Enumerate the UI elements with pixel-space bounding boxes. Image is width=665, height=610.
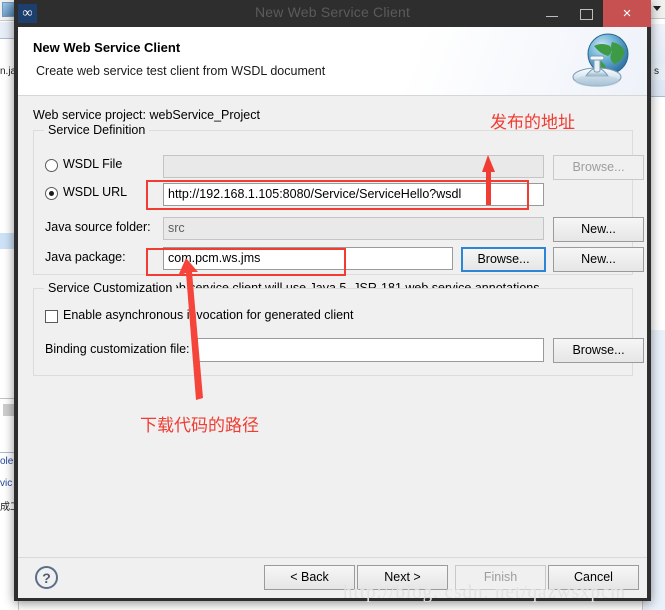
- service-customization-group-title: Service Customization: [44, 281, 177, 295]
- background-text-fragment: vic: [0, 478, 13, 489]
- service-customization-group: Service Customization Enable asynchronou…: [33, 281, 644, 376]
- binding-customization-browse-button[interactable]: Browse...: [553, 338, 644, 363]
- service-definition-group-title: Service Definition: [44, 123, 150, 137]
- minimize-icon: [546, 16, 558, 17]
- java-package-new-button[interactable]: New...: [553, 247, 644, 272]
- close-icon: ×: [622, 5, 632, 22]
- wsdl-file-browse-button[interactable]: Browse...: [553, 155, 644, 180]
- binding-customization-file-label: Binding customization file:: [45, 342, 190, 356]
- service-definition-group: Service Definition WSDL File Browse... W…: [33, 123, 644, 275]
- java-source-folder-new-button[interactable]: New...: [553, 217, 644, 242]
- java-package-label: Java package:: [45, 250, 126, 264]
- dialog-titlebar[interactable]: ∞ New Web Service Client ×: [14, 0, 651, 27]
- wsdl-file-label: WSDL File: [63, 157, 123, 171]
- dialog-content: Web service project: webService_Project …: [18, 96, 647, 557]
- web-service-project-label: Web service project: webService_Project: [33, 108, 260, 122]
- wsdl-url-radio[interactable]: [45, 187, 58, 200]
- watermark: http://blog. csdn. net/qazwsxpcm: [343, 582, 627, 603]
- close-button[interactable]: ×: [603, 0, 651, 27]
- globe-satellite-icon: [572, 33, 629, 87]
- background-text-fragment: s: [654, 66, 659, 77]
- header-subtitle: Create web service test client from WSDL…: [36, 64, 326, 78]
- wsdl-file-combo[interactable]: [163, 155, 544, 178]
- maximize-icon: [580, 9, 593, 20]
- wsdl-url-combo[interactable]: http://192.168.1.105:8080/Service/Servic…: [163, 183, 544, 206]
- async-invocation-checkbox[interactable]: [45, 310, 58, 323]
- header-title: New Web Service Client: [33, 40, 181, 55]
- chevron-down-icon[interactable]: [653, 6, 661, 11]
- java-source-folder-combo[interactable]: src: [163, 217, 544, 240]
- java-source-folder-label: Java source folder:: [45, 220, 151, 234]
- annotation-download-code-path: 下载代码的路径: [140, 416, 259, 436]
- new-web-service-client-dialog: ∞ New Web Service Client × New Web Servi…: [14, 0, 651, 601]
- maximize-button[interactable]: [569, 0, 603, 27]
- dialog-header: New Web Service Client Create web servic…: [18, 27, 647, 96]
- back-button[interactable]: < Back: [264, 565, 355, 590]
- annotation-published-address: 发布的地址: [490, 113, 575, 133]
- async-invocation-label: Enable asynchronous invocation for gener…: [63, 308, 354, 322]
- binding-customization-file-input[interactable]: [197, 338, 544, 362]
- java-package-browse-button[interactable]: Browse...: [461, 247, 546, 272]
- wsdl-file-radio[interactable]: [45, 159, 58, 172]
- help-icon[interactable]: ?: [35, 566, 58, 589]
- java-package-input[interactable]: com.pcm.ws.jms: [163, 247, 453, 270]
- minimize-button[interactable]: [535, 0, 569, 27]
- wsdl-url-label: WSDL URL: [63, 185, 128, 199]
- background-text-fragment: ole: [0, 456, 14, 467]
